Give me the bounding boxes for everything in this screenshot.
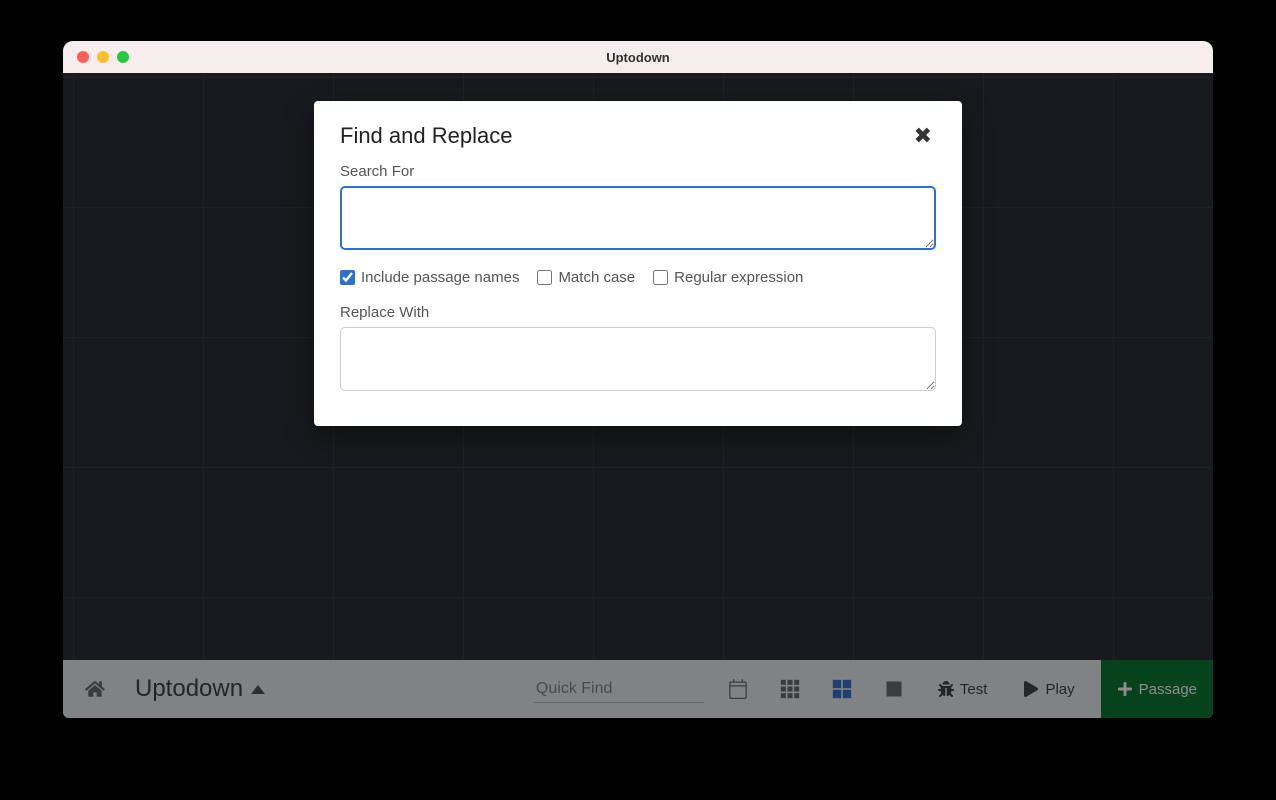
regex-option[interactable]: Regular expression bbox=[653, 269, 803, 286]
include-passage-names-option[interactable]: Include passage names bbox=[340, 269, 519, 286]
find-replace-modal: Find and Replace ✖ Search For Include pa… bbox=[314, 101, 962, 426]
include-passage-names-checkbox[interactable] bbox=[340, 270, 355, 285]
search-options-row: Include passage names Match case Regular… bbox=[340, 269, 936, 286]
replace-with-label: Replace With bbox=[340, 304, 936, 321]
match-case-checkbox[interactable] bbox=[537, 270, 552, 285]
include-passage-names-label: Include passage names bbox=[361, 269, 519, 286]
modal-title: Find and Replace bbox=[340, 123, 512, 149]
match-case-option[interactable]: Match case bbox=[537, 269, 635, 286]
titlebar: Uptodown bbox=[63, 41, 1213, 73]
regex-label: Regular expression bbox=[674, 269, 803, 286]
window-title: Uptodown bbox=[63, 50, 1213, 65]
minimize-window-button[interactable] bbox=[97, 51, 109, 63]
search-for-label: Search For bbox=[340, 163, 936, 180]
replace-with-input[interactable] bbox=[340, 327, 936, 391]
regex-checkbox[interactable] bbox=[653, 270, 668, 285]
traffic-lights bbox=[63, 51, 129, 63]
search-for-input[interactable] bbox=[340, 186, 936, 250]
close-modal-button[interactable]: ✖ bbox=[910, 123, 936, 149]
maximize-window-button[interactable] bbox=[117, 51, 129, 63]
app-window: Uptodown Uptodown Test Play bbox=[63, 41, 1213, 718]
match-case-label: Match case bbox=[558, 269, 635, 286]
close-window-button[interactable] bbox=[77, 51, 89, 63]
